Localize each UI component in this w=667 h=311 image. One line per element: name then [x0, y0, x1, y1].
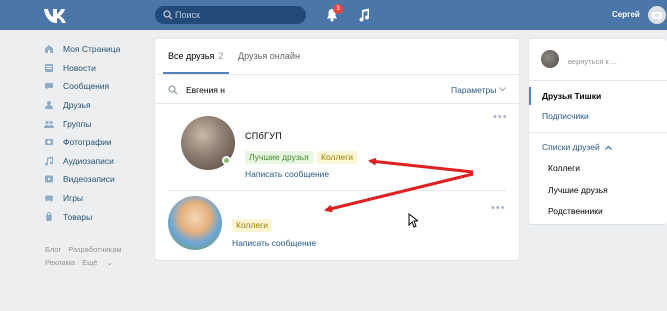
more-actions-icon[interactable]: ••• — [493, 111, 508, 123]
menu-item-video[interactable]: Видеозаписи — [44, 170, 154, 189]
active-tab-underline — [163, 72, 229, 74]
chevron-down-icon — [499, 87, 506, 92]
vk-logo-icon[interactable] — [43, 7, 69, 23]
menu-item-groups[interactable]: Группы — [44, 114, 154, 133]
write-message-link[interactable]: Написать сообщение — [245, 169, 329, 179]
menu-item-photos[interactable]: Фотографии — [44, 133, 154, 152]
divider — [529, 132, 667, 133]
footer-ads-link[interactable]: Реклама — [45, 258, 75, 267]
menu-item-messages[interactable]: Сообщения — [44, 77, 154, 96]
friend-row: Коллеги Написать сообщение ••• — [155, 192, 519, 260]
chevron-up-icon — [605, 145, 612, 150]
friend-tag-colleagues: Коллеги — [317, 151, 357, 164]
search-icon — [168, 85, 178, 95]
groups-icon — [44, 120, 54, 128]
friends-filter-bar: Евгения н Параметры — [155, 76, 519, 104]
friends-card: Все друзья 2 Друзья онлайн Евгения н Пара… — [155, 39, 519, 260]
audio-icon — [45, 156, 54, 166]
friend-name[interactable]: СПбГУП — [245, 131, 282, 141]
top-header: Поиск 3 Сергей — [0, 0, 667, 30]
friend-lists-toggle[interactable]: Списки друзей — [542, 142, 600, 152]
search-field[interactable]: Поиск — [155, 6, 306, 24]
menu-footer: Блог Разработчикам Реклама Ещё ⌄ — [45, 243, 128, 269]
friend-row: СПбГУП Лучшие друзья Коллеги Написать со… — [168, 105, 508, 191]
games-icon — [45, 195, 53, 202]
right-nav-friends-of[interactable]: Друзья Тишки — [542, 91, 601, 101]
footer-blog-link[interactable]: Блог — [45, 245, 61, 254]
photos-icon — [45, 139, 53, 146]
music-icon[interactable] — [358, 8, 370, 22]
menu-item-my-page[interactable]: Моя Страница — [44, 40, 154, 59]
back-link[interactable]: вернуться к ... — [568, 57, 617, 66]
footer-developers-link[interactable]: Разработчикам — [68, 245, 121, 254]
friends-tabs: Все друзья 2 Друзья онлайн — [155, 39, 519, 75]
write-message-link[interactable]: Написать сообщение — [232, 238, 316, 248]
friends-icon — [45, 101, 53, 110]
friend-tag-best-friends: Лучшие друзья — [245, 151, 313, 164]
market-icon — [46, 211, 52, 221]
right-nav-subscribers[interactable]: Подписчики — [542, 111, 589, 121]
home-icon — [45, 45, 53, 54]
right-panel: вернуться к ... Друзья Тишки Подписчики … — [529, 39, 667, 224]
search-icon — [163, 10, 173, 20]
tab-friends-online[interactable]: Друзья онлайн — [238, 51, 300, 61]
owner-avatar[interactable] — [541, 50, 559, 68]
online-indicator — [222, 156, 231, 165]
friend-tag-colleagues: Коллеги — [232, 219, 272, 232]
tab-all-friends[interactable]: Все друзья 2 — [168, 51, 223, 61]
menu-item-market[interactable]: Товары — [44, 207, 154, 226]
friend-avatar[interactable] — [168, 196, 222, 250]
params-dropdown[interactable]: Параметры — [451, 85, 496, 95]
news-icon — [45, 63, 53, 72]
friend-list-item[interactable]: Лучшие друзья — [548, 185, 608, 195]
divider — [529, 80, 667, 81]
menu-item-games[interactable]: Игры — [44, 189, 154, 208]
left-menu: Моя Страница Новости Сообщения Друзья Гр… — [44, 40, 154, 226]
friend-list-item[interactable]: Коллеги — [548, 163, 580, 173]
notification-badge: 3 — [333, 4, 343, 14]
friends-search-input[interactable]: Евгения н — [186, 85, 225, 95]
search-placeholder: Поиск — [175, 10, 200, 20]
header-user-name[interactable]: Сергей — [612, 10, 640, 19]
footer-more-label: Ещё — [82, 258, 98, 267]
footer-more-link[interactable]: Ещё ⌄ — [82, 258, 113, 267]
messages-icon — [45, 83, 53, 91]
mouse-cursor-icon — [408, 213, 418, 228]
menu-item-news[interactable]: Новости — [44, 59, 154, 78]
active-item-indicator — [529, 87, 531, 105]
more-actions-icon[interactable]: ••• — [491, 202, 506, 214]
tab-all-friends-count: 2 — [218, 51, 224, 61]
menu-item-audio[interactable]: Аудиозаписи — [44, 152, 154, 171]
tab-all-friends-label: Все друзья — [168, 51, 215, 61]
video-icon — [45, 175, 53, 183]
camera-icon — [652, 12, 662, 19]
header-user-avatar[interactable] — [648, 6, 666, 24]
friend-list-item[interactable]: Родственники — [548, 206, 603, 216]
menu-item-friends[interactable]: Друзья — [44, 96, 154, 115]
